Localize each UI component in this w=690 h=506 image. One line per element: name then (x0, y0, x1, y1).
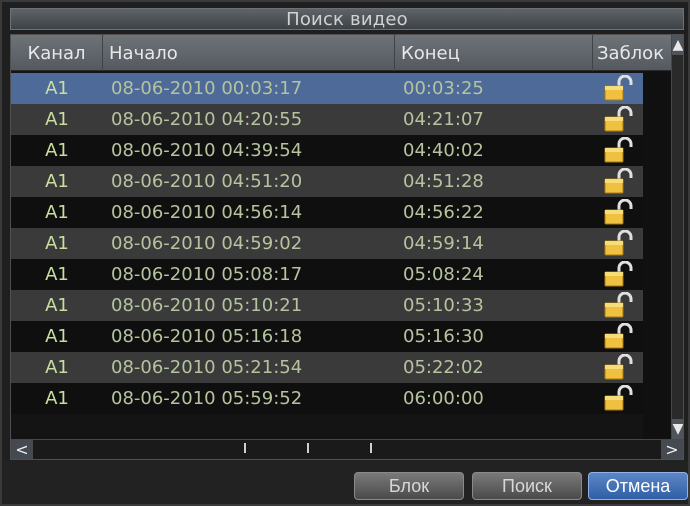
unlocked-padlock-icon[interactable] (601, 383, 641, 414)
dialog-footer: Блок Поиск Отмена (2, 460, 688, 504)
row-channel: A1 (45, 388, 69, 409)
table-empty-area (643, 71, 671, 439)
row-start-time: 08-06-2010 05:16:18 (111, 326, 303, 347)
row-channel: A1 (45, 171, 69, 192)
unlocked-padlock-icon[interactable] (601, 135, 641, 166)
table-row[interactable]: A1 08-06-2010 00:03:17 00:03:25 (11, 73, 643, 104)
row-channel: A1 (45, 140, 69, 161)
table-body: A1 08-06-2010 00:03:17 00:03:25 A1 08-06-201… (11, 71, 643, 439)
column-header-end[interactable]: Конец (395, 35, 593, 71)
unlocked-padlock-icon[interactable] (601, 104, 641, 135)
unlocked-padlock-icon[interactable] (601, 259, 641, 290)
column-header-channel[interactable]: Канал (11, 35, 103, 71)
row-channel: A1 (45, 233, 69, 254)
unlocked-padlock-icon[interactable] (601, 321, 641, 352)
row-end-time: 04:56:22 (403, 202, 484, 223)
table-row[interactable]: A1 08-06-2010 05:10:21 05:10:33 (11, 290, 643, 321)
column-header-lock[interactable]: Заблок (593, 35, 671, 71)
table-row[interactable]: A1 08-06-2010 04:39:54 04:40:02 (11, 135, 643, 166)
row-start-time: 08-06-2010 05:21:54 (111, 357, 303, 378)
row-end-time: 06:00:00 (403, 388, 484, 409)
row-start-time: 08-06-2010 04:39:54 (111, 140, 303, 161)
scroll-tick (370, 443, 372, 453)
table-header: Канал Начало Конец Заблок (11, 35, 671, 71)
table-row[interactable]: A1 08-06-2010 05:08:17 05:08:24 (11, 259, 643, 290)
row-end-time: 04:59:14 (403, 233, 484, 254)
row-start-time: 08-06-2010 05:10:21 (111, 295, 303, 316)
row-channel: A1 (45, 78, 69, 99)
row-channel: A1 (45, 109, 69, 130)
unlocked-padlock-icon[interactable] (601, 197, 641, 228)
row-channel: A1 (45, 264, 69, 285)
row-end-time: 04:51:28 (403, 171, 484, 192)
row-start-time: 08-06-2010 04:59:02 (111, 233, 303, 254)
scroll-tick (244, 443, 246, 453)
table-row[interactable]: A1 08-06-2010 04:59:02 04:59:14 (11, 228, 643, 259)
chevron-up-icon[interactable]: ▲ (672, 35, 683, 55)
row-end-time: 05:10:33 (403, 295, 484, 316)
row-channel: A1 (45, 295, 69, 316)
vertical-scrollbar[interactable]: ▲ ▼ (671, 35, 683, 439)
row-start-time: 08-06-2010 04:51:20 (111, 171, 303, 192)
column-header-start[interactable]: Начало (103, 35, 395, 71)
unlocked-padlock-icon[interactable] (601, 166, 641, 197)
results-table: Канал Начало Конец Заблок A1 08-06-2010 0… (10, 34, 684, 460)
horizontal-scrollbar[interactable]: < > (11, 439, 683, 459)
unlocked-padlock-icon[interactable] (601, 73, 641, 104)
row-end-time: 00:03:25 (403, 78, 484, 99)
unlocked-padlock-icon[interactable] (601, 228, 641, 259)
row-end-time: 05:16:30 (403, 326, 484, 347)
table-row[interactable]: A1 08-06-2010 05:16:18 05:16:30 (11, 321, 643, 352)
row-end-time: 05:22:02 (403, 357, 484, 378)
search-button[interactable]: Поиск (472, 472, 582, 500)
scroll-left-button[interactable]: < (11, 440, 33, 459)
horizontal-scroll-track[interactable] (37, 443, 657, 455)
cancel-button[interactable]: Отмена (588, 472, 688, 500)
table-row[interactable]: A1 08-06-2010 04:56:14 04:56:22 (11, 197, 643, 228)
dialog-title-bar: Поиск видео (10, 8, 684, 30)
row-channel: A1 (45, 326, 69, 347)
row-start-time: 08-06-2010 00:03:17 (111, 78, 303, 99)
row-start-time: 08-06-2010 04:56:14 (111, 202, 303, 223)
table-row[interactable]: A1 08-06-2010 05:21:54 05:22:02 (11, 352, 643, 383)
video-search-dialog: Поиск видео Канал Начало Конец Заблок A1… (0, 0, 690, 506)
scroll-right-button[interactable]: > (661, 440, 683, 459)
chevron-down-icon[interactable]: ▼ (672, 419, 683, 439)
row-start-time: 08-06-2010 05:08:17 (111, 264, 303, 285)
row-end-time: 04:21:07 (403, 109, 484, 130)
row-end-time: 04:40:02 (403, 140, 484, 161)
scroll-tick (307, 443, 309, 453)
unlocked-padlock-icon[interactable] (601, 290, 641, 321)
unlocked-padlock-icon[interactable] (601, 352, 641, 383)
table-row[interactable]: A1 08-06-2010 04:51:20 04:51:28 (11, 166, 643, 197)
table-row[interactable]: A1 08-06-2010 04:20:55 04:21:07 (11, 104, 643, 135)
row-channel: A1 (45, 357, 69, 378)
row-start-time: 08-06-2010 04:20:55 (111, 109, 303, 130)
table-row[interactable]: A1 08-06-2010 05:59:52 06:00:00 (11, 383, 643, 414)
lock-button[interactable]: Блок (354, 472, 464, 500)
row-channel: A1 (45, 202, 69, 223)
dialog-title: Поиск видео (286, 8, 408, 30)
row-start-time: 08-06-2010 05:59:52 (111, 388, 303, 409)
row-end-time: 05:08:24 (403, 264, 484, 285)
